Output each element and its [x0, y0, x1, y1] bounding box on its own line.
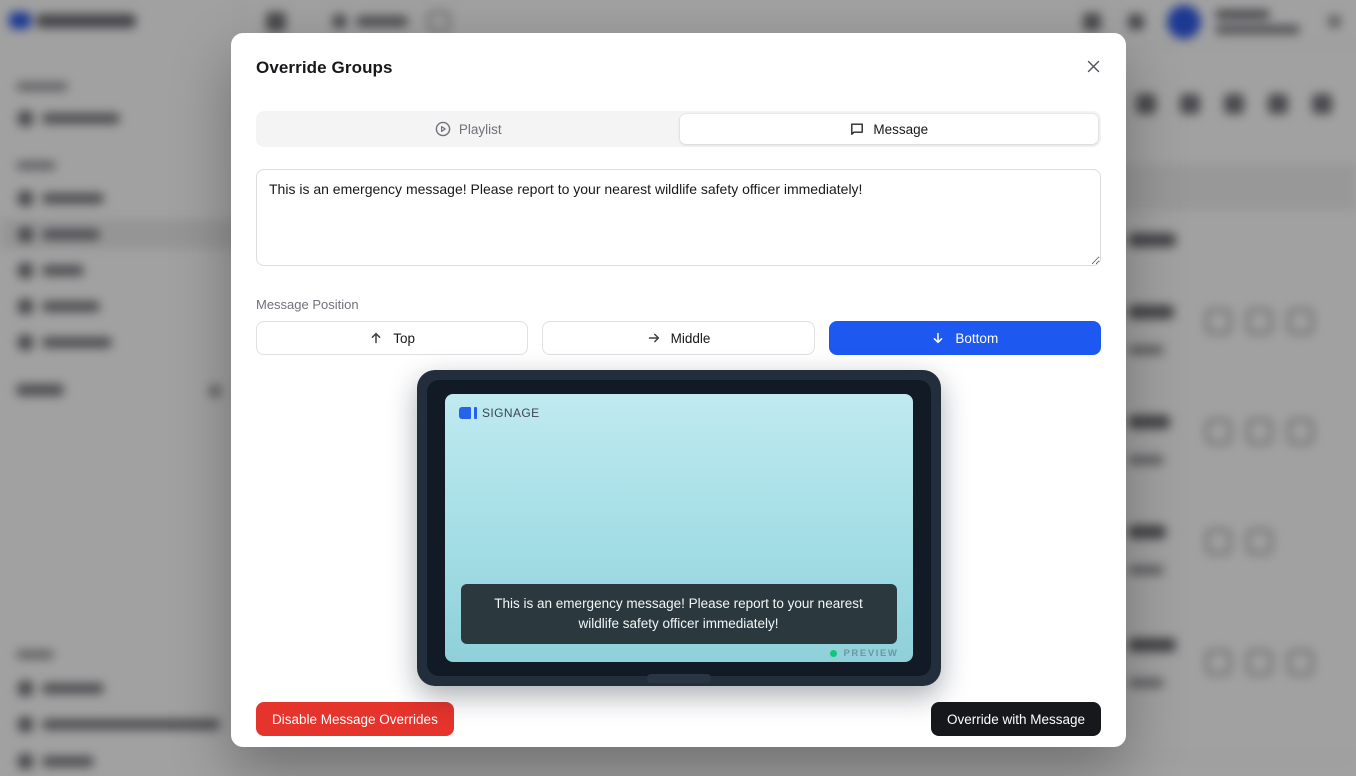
logo-wordmark: SIGNAGE [482, 406, 539, 420]
message-input[interactable]: This is an emergency message! Please rep… [256, 169, 1101, 266]
preview-section: SIGNAGE This is an emergency message! Pl… [256, 370, 1101, 686]
tab-playlist[interactable]: Playlist [259, 114, 678, 144]
status-label: PREVIEW [843, 648, 898, 659]
tab-label: Playlist [459, 122, 502, 137]
position-label: Middle [671, 331, 711, 346]
modal-footer: Disable Message Overrides Override with … [256, 702, 1101, 736]
position-top-button[interactable]: Top [256, 321, 528, 355]
logo-i-glyph [474, 407, 478, 419]
position-label: Top [393, 331, 415, 346]
arrow-right-icon [647, 331, 661, 345]
tab-label: Message [873, 122, 928, 137]
disable-message-overrides-button[interactable]: Disable Message Overrides [256, 702, 454, 736]
tab-switcher: Playlist Message [256, 111, 1101, 147]
pisignage-logo: SIGNAGE [459, 406, 540, 420]
preview-screen: SIGNAGE This is an emergency message! Pl… [445, 394, 913, 662]
message-position-label: Message Position [256, 297, 1101, 312]
status-dot-icon [830, 650, 837, 657]
logo-p-glyph [459, 407, 471, 419]
chat-bubble-icon [849, 121, 865, 137]
preview-status-badge: PREVIEW [830, 648, 898, 659]
position-label: Bottom [955, 331, 998, 346]
position-bottom-button[interactable]: Bottom [829, 321, 1101, 355]
override-with-message-button[interactable]: Override with Message [931, 702, 1101, 736]
tab-message[interactable]: Message [680, 114, 1099, 144]
close-icon [1086, 59, 1101, 74]
position-options: Top Middle Bottom [256, 321, 1101, 355]
position-middle-button[interactable]: Middle [542, 321, 814, 355]
arrow-up-icon [369, 331, 383, 345]
close-button[interactable] [1080, 53, 1106, 79]
preview-message-overlay: This is an emergency message! Please rep… [461, 584, 897, 645]
play-circle-icon [435, 121, 451, 137]
tv-stand-notch [647, 674, 711, 683]
override-groups-modal: Override Groups Playlist Message This [231, 33, 1126, 747]
modal-title: Override Groups [256, 58, 1101, 78]
arrow-down-icon [931, 331, 945, 345]
tv-frame: SIGNAGE This is an emergency message! Pl… [417, 370, 941, 686]
